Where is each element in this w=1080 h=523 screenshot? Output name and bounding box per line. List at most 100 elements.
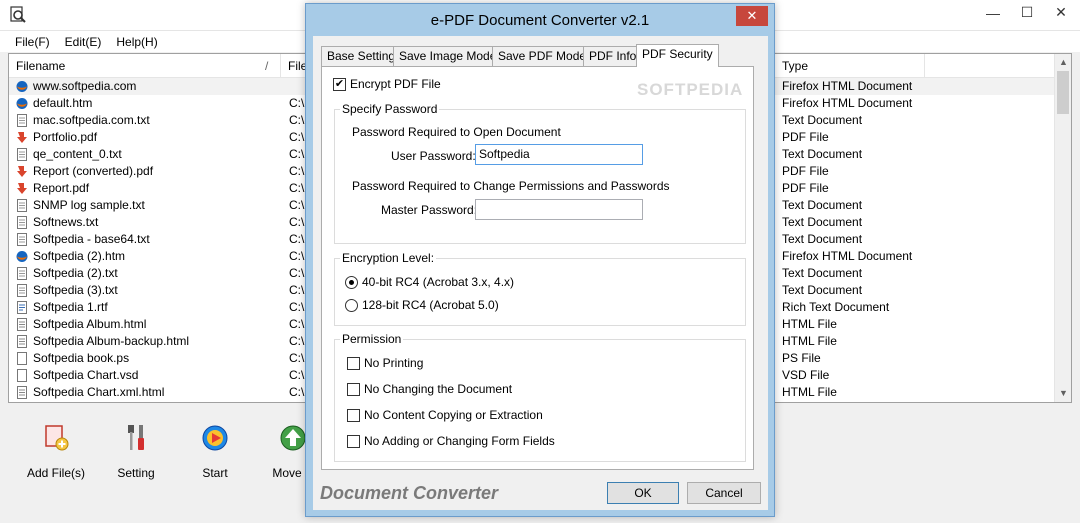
dialog-close-button[interactable]: ✕ [736, 6, 768, 26]
pdf-security-panel: SOFTPEDIA ✔ Encrypt PDF File Specify Pas… [321, 66, 754, 470]
tab-pdf-info[interactable]: PDF Info [583, 46, 643, 66]
change-password-heading: Password Required to Change Permissions … [352, 179, 670, 193]
user-password-input[interactable]: Softpedia [475, 144, 643, 165]
encryption-level-group: Encryption Level: 40-bit RC4 (Acrobat 3.… [334, 251, 746, 326]
filename-cell: Portfolio.pdf [16, 129, 286, 146]
filename-cell: Softpedia - base64.txt [16, 231, 286, 248]
radio-40bit[interactable] [345, 276, 358, 289]
close-window-button[interactable]: ✕ [1044, 0, 1078, 25]
filename-cell: qe_content_0.txt [16, 146, 286, 163]
type-cell: PDF File [782, 130, 829, 144]
filename-text: Report.pdf [33, 181, 90, 195]
text-file-icon [16, 148, 28, 161]
scroll-up-arrow-icon[interactable]: ▲ [1055, 54, 1072, 71]
filename-cell: Softpedia book.ps [16, 350, 286, 367]
text-file-icon [16, 284, 28, 297]
filename-text: www.softpedia.com [33, 79, 137, 93]
type-cell: PDF File [782, 181, 829, 195]
app-magnifier-icon [10, 6, 26, 23]
tab-save-pdf-mode[interactable]: Save PDF Mode [492, 46, 593, 66]
cancel-button[interactable]: Cancel [687, 482, 761, 504]
filename-text: Softpedia (2).txt [33, 266, 118, 280]
specify-password-group: Specify Password Password Required to Op… [334, 102, 746, 244]
no-form-fields-checkbox[interactable] [347, 435, 360, 448]
filename-text: Report (converted).pdf [33, 164, 154, 178]
filename-cell: Softpedia (2).htm [16, 248, 286, 265]
html-file-icon [16, 335, 28, 348]
no-form-fields-label: No Adding or Changing Form Fields [364, 434, 555, 448]
html-file-icon [16, 386, 28, 399]
radio-128bit[interactable] [345, 299, 358, 312]
filename-cell: Softpedia (3).txt [16, 282, 286, 299]
maximize-button[interactable]: ☐ [1010, 0, 1044, 25]
column-type[interactable]: Type [775, 54, 925, 78]
pdf-icon [16, 182, 28, 195]
filename-text: mac.softpedia.com.txt [33, 113, 150, 127]
open-password-heading: Password Required to Open Document [352, 125, 561, 139]
filename-text: Softnews.txt [33, 215, 99, 229]
filename-cell: mac.softpedia.com.txt [16, 112, 286, 129]
scroll-down-arrow-icon[interactable]: ▼ [1055, 385, 1072, 402]
no-printing-checkbox[interactable] [347, 357, 360, 370]
type-cell: Text Document [782, 113, 863, 127]
type-cell: Rich Text Document [782, 300, 890, 314]
start-button[interactable]: Start [180, 422, 250, 480]
filename-text: Softpedia (3).txt [33, 283, 118, 297]
no-changing-label: No Changing the Document [364, 382, 513, 396]
add-files-label: Add File(s) [26, 466, 85, 480]
type-cell: Firefox HTML Document [782, 96, 913, 110]
tab-base-setting[interactable]: Base Setting [321, 46, 402, 66]
softpedia-watermark: SOFTPEDIA [637, 80, 744, 99]
filename-cell: www.softpedia.com [16, 78, 286, 95]
text-file-icon [16, 199, 28, 212]
type-cell: PS File [782, 351, 821, 365]
filename-cell: Report.pdf [16, 180, 286, 197]
filename-text: Softpedia Chart.vsd [33, 368, 139, 382]
column-filename[interactable]: Filename / [9, 54, 281, 78]
filename-cell: default.htm [16, 95, 286, 112]
specify-password-title: Specify Password [340, 102, 440, 116]
radio-selected-dot [349, 280, 354, 285]
text-file-icon [16, 233, 28, 246]
type-cell: HTML File [782, 317, 837, 331]
dialog-body: Base Setting Save Image Mode Save PDF Mo… [313, 36, 768, 510]
no-changing-checkbox[interactable] [347, 383, 360, 396]
filename-cell: Softpedia (2).txt [16, 265, 286, 282]
firefox-icon [16, 80, 28, 93]
filename-cell: Softpedia Chart.vsd [16, 367, 286, 384]
encrypt-pdf-label: Encrypt PDF File [350, 77, 441, 91]
generic-file-icon [16, 369, 28, 382]
tab-save-image-mode[interactable]: Save Image Mode [393, 46, 503, 66]
filename-cell: Softnews.txt [16, 214, 286, 231]
converter-dialog: e-PDF Document Converter v2.1 ✕ Base Set… [305, 3, 775, 517]
menu-help[interactable]: Help(H) [116, 35, 157, 49]
menu-edit[interactable]: Edit(E) [65, 35, 102, 49]
master-password-input[interactable] [475, 199, 643, 220]
setting-label: Setting [117, 466, 155, 480]
setting-button[interactable]: Setting [101, 422, 171, 480]
type-cell: Text Document [782, 266, 863, 280]
filename-text: default.htm [33, 96, 93, 110]
filename-text: Softpedia Chart.xml.html [33, 385, 165, 399]
html-file-icon [16, 318, 28, 331]
scroll-thumb[interactable] [1057, 71, 1069, 114]
encrypt-pdf-checkbox[interactable]: ✔ [333, 78, 346, 91]
vertical-scrollbar[interactable]: ▲ ▼ [1054, 54, 1071, 402]
type-cell: Text Document [782, 147, 863, 161]
menu-file[interactable]: File(F) [15, 35, 50, 49]
filename-text: Softpedia book.ps [33, 351, 130, 365]
no-copying-checkbox[interactable] [347, 409, 360, 422]
add-files-button[interactable]: Add File(s) [21, 422, 91, 480]
start-icon [202, 425, 228, 451]
tab-pdf-security[interactable]: PDF Security [636, 44, 719, 67]
encryption-level-title: Encryption Level: [340, 251, 437, 265]
radio-40bit-label: 40-bit RC4 (Acrobat 3.x, 4.x) [362, 275, 515, 289]
filename-text: Softpedia Album.html [33, 317, 147, 331]
minimize-button[interactable]: — [976, 0, 1010, 25]
close-icon: ✕ [746, 8, 758, 23]
filename-text: SNMP log sample.txt [33, 198, 145, 212]
dialog-title: e-PDF Document Converter v2.1 [430, 12, 650, 29]
filename-text: Portfolio.pdf [33, 130, 98, 144]
ok-button[interactable]: OK [607, 482, 679, 504]
filename-cell: Report (converted).pdf [16, 163, 286, 180]
